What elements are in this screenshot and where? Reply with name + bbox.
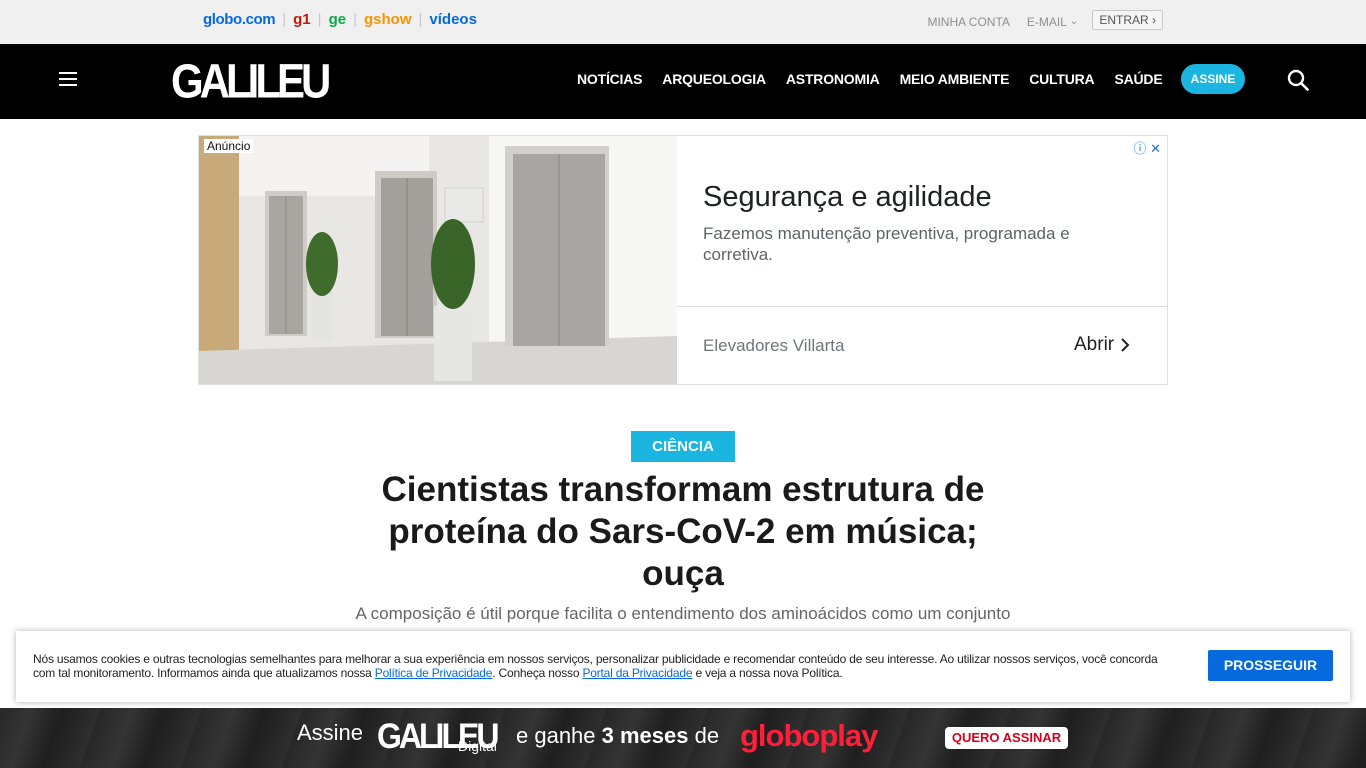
nav-item-cultura[interactable]: CULTURA [1029, 71, 1094, 87]
g1-link[interactable]: g1 [293, 11, 311, 28]
ad-label: Anúncio [204, 139, 254, 153]
promo-digital: Digital [458, 738, 497, 754]
ad-open-button[interactable]: Abrir [1074, 334, 1134, 356]
enter-button[interactable]: ENTRAR › [1092, 10, 1163, 30]
email-label: E-MAIL [1026, 14, 1067, 29]
nav-item-arqueologia[interactable]: ARQUEOLOGIA [662, 71, 766, 87]
nav-item-astronomia[interactable]: ASTRONOMIA [786, 71, 880, 87]
promo-assine: Assine [297, 720, 364, 745]
main-nav: NOTÍCIAS ARQUEOLOGIA ASTRONOMIA MEIO AMB… [577, 71, 1182, 87]
ad-open-label: Abrir [1074, 334, 1115, 355]
nav-item-meio-ambiente[interactable]: MEIO AMBIENTE [900, 71, 1010, 87]
promo-text-bold: 3 meses [601, 723, 689, 748]
globo-portal-links: globo.com | g1 | ge | gshow | vídeos [203, 11, 477, 28]
account-area: MINHA CONTA E-MAIL ⌄ ENTRAR › [927, 10, 1163, 30]
article-title: Cientistas transformam estrutura de prot… [381, 470, 985, 593]
chevron-right-icon [1121, 338, 1130, 352]
separator: | [418, 11, 423, 28]
ad-description: Fazemos manutenção preventiva, programad… [703, 224, 1070, 264]
globo-top-bar: globo.com | g1 | ge | gshow | vídeos MIN… [0, 0, 1366, 44]
proceed-button[interactable]: PROSSEGUIR [1208, 650, 1333, 681]
subscribe-button[interactable]: ASSINE [1181, 64, 1245, 94]
ad-title[interactable]: Segurança e agilidade [703, 181, 992, 214]
galileu-logo[interactable]: GALILEU [171, 55, 331, 107]
privacy-portal-link[interactable]: Portal da Privacidade [582, 666, 692, 680]
gshow-link[interactable]: gshow [364, 11, 412, 28]
privacy-policy-link[interactable]: Política de Privacidade [375, 666, 493, 680]
globoplay-logo: globoplay [740, 718, 878, 753]
cookie-text-part: e veja a nossa nova Política. [692, 666, 843, 680]
subscribe-now-button[interactable]: QUERO ASSINAR [945, 727, 1068, 749]
nav-item-saude[interactable]: SAÚDE [1114, 71, 1162, 87]
email-menu[interactable]: E-MAIL ⌄ [1027, 15, 1078, 29]
cookie-banner: Nós usamos cookies e outras tecnologias … [16, 631, 1350, 702]
promo-text-suffix: de [688, 723, 720, 748]
menu-icon[interactable] [59, 72, 77, 86]
ad-image-elevators[interactable]: Anúncio [199, 136, 677, 384]
promo-offer-text: e ganhe 3 meses de [516, 723, 719, 749]
separator: | [317, 11, 322, 28]
info-icon[interactable]: ⓘ [1133, 141, 1146, 156]
ad-divider [677, 306, 1167, 307]
cookie-text: Nós usamos cookies e outras tecnologias … [33, 652, 1173, 680]
close-icon[interactable]: ✕ [1150, 141, 1161, 156]
ad-advertiser: Elevadores Villarta [703, 336, 845, 355]
globo-com-link[interactable]: globo.com [203, 11, 276, 28]
ad-choices-icons[interactable]: ⓘ ✕ [1133, 138, 1161, 157]
site-header: GALILEU NOTÍCIAS ARQUEOLOGIA ASTRONOMIA … [0, 44, 1366, 119]
category-tag[interactable]: CIÊNCIA [631, 431, 735, 462]
enter-label: ENTRAR [1099, 13, 1149, 27]
advertisement[interactable]: Anúncio ⓘ ✕ Segurança e agilidade Fazemo… [198, 135, 1168, 385]
chevron-down-icon: ⌄ [1069, 16, 1079, 27]
videos-link[interactable]: vídeos [429, 11, 477, 28]
elevator-illustration [199, 136, 677, 384]
cookie-text-part: . Conheça nosso [492, 666, 583, 680]
globoplay-promo-banner[interactable]: Assine GALILEU Digital e ganhe 3 meses d… [0, 708, 1366, 768]
nav-item-noticias[interactable]: NOTÍCIAS [577, 71, 642, 87]
my-account-link[interactable]: MINHA CONTA [927, 15, 1009, 29]
search-icon[interactable] [1287, 69, 1309, 91]
promo-text-prefix: e ganhe [516, 723, 602, 748]
separator: | [353, 11, 357, 28]
separator: | [282, 11, 287, 28]
ge-link[interactable]: ge [329, 11, 347, 28]
